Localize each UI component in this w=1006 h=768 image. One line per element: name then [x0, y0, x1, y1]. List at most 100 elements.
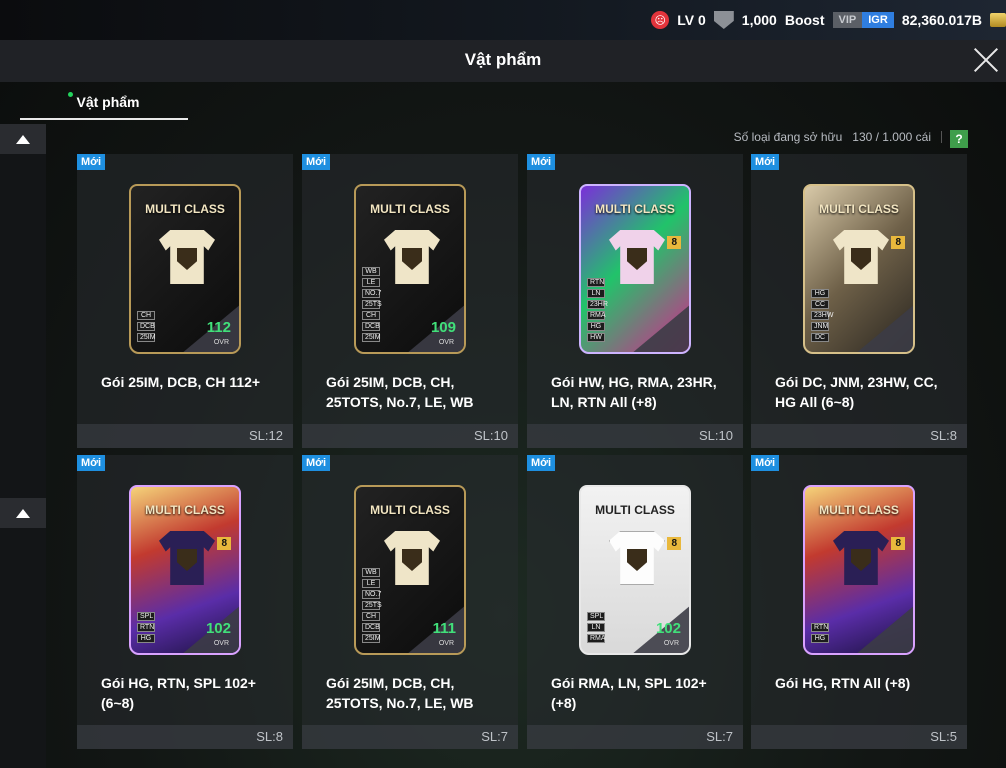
position-tag: 25IM [362, 333, 381, 342]
pack-image: MULTI CLASS 8 SPL LN RMA 102 OVR [579, 485, 691, 655]
item-card[interactable]: Mới MULTI CLASS 8 RTN LN 23HR RMA HG HW Gói H… [527, 154, 743, 448]
owned-count: Số loại đang sở hữu 130 / 1.000 cái [734, 130, 942, 144]
shield-value: 1,000 [741, 12, 777, 28]
new-badge: Mới [751, 154, 780, 170]
item-title: Gói HW, HG, RMA, 23HR, LN, RTN All (+8) [551, 374, 717, 410]
ovr-value: 112 [206, 319, 231, 336]
tab-bar: Vật phẩm [0, 82, 1006, 120]
item-title: Gói HG, RTN, SPL 102+ (6~8) [101, 675, 256, 711]
item-quantity: SL:5 [751, 725, 967, 749]
position-tags: CH DCB 25IM [137, 311, 156, 342]
item-card[interactable]: Mới MULTI CLASS 8 SPL RTN HG 102 OVR Gói H… [77, 455, 293, 749]
help-button[interactable]: ? [950, 130, 968, 148]
igr-badge: IGR [862, 12, 894, 28]
position-tag: LE [362, 278, 380, 287]
pack-label: MULTI CLASS [370, 202, 450, 216]
scroll-up-button-2[interactable] [0, 498, 46, 528]
ovr-label: OVR [663, 640, 679, 647]
position-tag: RTN [811, 623, 829, 632]
page-header: Vật phẩm [0, 40, 1006, 82]
owned-value: 130 / 1.000 cái [852, 130, 931, 144]
item-quantity: SL:10 [302, 424, 518, 448]
position-tag: SPL [137, 612, 155, 621]
tab-label: Vật phẩm [76, 94, 140, 110]
item-card[interactable]: Mới MULTI CLASS WB LE NO.7 25TS CH DCB 25IM 10… [302, 154, 518, 448]
pack-image: MULTI CLASS 8 RTN HG [803, 485, 915, 655]
ovr-label: OVR [213, 339, 229, 346]
card-body: Mới MULTI CLASS WB LE NO.7 25TS CH DCB 25IM 10… [302, 154, 518, 424]
new-badge: Mới [302, 154, 331, 170]
card-body: Mới MULTI CLASS WB LE NO.7 25TS CH DCB 25IM 11… [302, 455, 518, 725]
position-tag: CC [811, 300, 829, 309]
arrow-up-icon [16, 508, 30, 518]
arrow-up-icon [16, 134, 30, 144]
pack-label: MULTI CLASS [595, 202, 675, 216]
new-badge: Mới [302, 455, 331, 471]
position-tag: DCB [362, 322, 380, 331]
tab-items[interactable]: Vật phẩm [20, 90, 188, 120]
position-tag: WB [362, 267, 380, 276]
new-badge: Mới [77, 154, 106, 170]
item-card[interactable]: Mới MULTI CLASS 8 HG CC 23HW JNM DC Gói DC, … [751, 154, 967, 448]
ovr-value: 111 [432, 620, 456, 637]
item-quantity: SL:8 [77, 725, 293, 749]
page-title: Vật phẩm [464, 50, 542, 69]
pack-image: MULTI CLASS 8 SPL RTN HG 102 OVR [129, 485, 241, 655]
grade-badge: 8 [667, 236, 681, 249]
position-tags: RTN LN 23HR RMA HG HW [587, 278, 608, 342]
item-quantity: SL:12 [77, 424, 293, 448]
grade-badge: 8 [667, 537, 681, 550]
scroll-up-button[interactable] [0, 124, 46, 154]
item-card[interactable]: Mới MULTI CLASS CH DCB 25IM 112 OVR Gói 25… [77, 154, 293, 448]
divider [941, 131, 942, 143]
owned-label: Số loại đang sở hữu [733, 130, 843, 144]
card-body: Mới MULTI CLASS 8 SPL RTN HG 102 OVR Gói H… [77, 455, 293, 725]
grade-badge: 8 [217, 537, 231, 550]
ovr-value: 102 [655, 620, 681, 637]
position-tag: LN [587, 289, 605, 298]
position-tag: WB [362, 568, 380, 577]
close-button[interactable] [972, 46, 1000, 74]
new-badge: Mới [751, 455, 780, 471]
item-title: Gói 25IM, DCB, CH, 25TOTS, No.7, LE, WB [326, 675, 474, 711]
position-tag: 23HR [587, 300, 608, 309]
new-badge: Mới [527, 455, 556, 471]
pack-image: MULTI CLASS 8 RTN LN 23HR RMA HG HW [579, 184, 691, 354]
level-label: LV 0 [677, 12, 706, 28]
item-card[interactable]: Mới MULTI CLASS 8 RTN HG Gói HG, RTN All … [751, 455, 967, 749]
position-tag: RMA [587, 311, 606, 320]
item-quantity: SL:10 [527, 424, 743, 448]
position-tag: CH [362, 612, 380, 621]
item-card[interactable]: Mới MULTI CLASS 8 SPL LN RMA 102 OVR Gói R… [527, 455, 743, 749]
position-tag: DC [811, 333, 829, 342]
pack-image: MULTI CLASS WB LE NO.7 25TS CH DCB 25IM 111 OV… [354, 485, 466, 655]
item-card[interactable]: Mới MULTI CLASS WB LE NO.7 25TS CH DCB 25IM 11… [302, 455, 518, 749]
top-status-bar: ☹ LV 0 1,000 Boost VIP IGR 82,360.017B [0, 0, 1006, 40]
position-tags: SPL LN RMA [587, 612, 606, 643]
item-title: Gói HG, RTN All (+8) [775, 675, 911, 691]
ovr-value: 109 [430, 319, 456, 336]
item-quantity: SL:8 [751, 424, 967, 448]
boost-label[interactable]: Boost [785, 12, 825, 28]
card-body: Mới MULTI CLASS 8 RTN LN 23HR RMA HG HW Gói H… [527, 154, 743, 424]
position-tags: RTN HG [811, 623, 829, 643]
position-tag: HG [587, 322, 605, 331]
position-tag: RTN [587, 278, 605, 287]
position-tag: DCB [362, 623, 380, 632]
position-tag: NO.7 [362, 590, 381, 599]
position-tags: WB LE NO.7 25TS CH DCB 25IM [362, 568, 382, 643]
item-title: Gói DC, JNM, 23HW, CC, HG All (6~8) [775, 374, 938, 410]
item-quantity: SL:7 [302, 725, 518, 749]
new-badge: Mới [77, 455, 106, 471]
position-tags: HG CC 23HW JNM DC [811, 289, 833, 342]
card-corner [855, 605, 913, 653]
card-body: Mới MULTI CLASS CH DCB 25IM 112 OVR Gói 25… [77, 154, 293, 424]
pack-label: MULTI CLASS [595, 503, 675, 517]
position-tags: WB LE NO.7 25TS CH DCB 25IM [362, 267, 382, 342]
position-tag: SPL [587, 612, 605, 621]
pack-label: MULTI CLASS [819, 202, 899, 216]
position-tag: HG [137, 634, 155, 643]
position-tag: 25TS [362, 601, 382, 610]
position-tag: LE [362, 579, 380, 588]
pack-label: MULTI CLASS [370, 503, 450, 517]
